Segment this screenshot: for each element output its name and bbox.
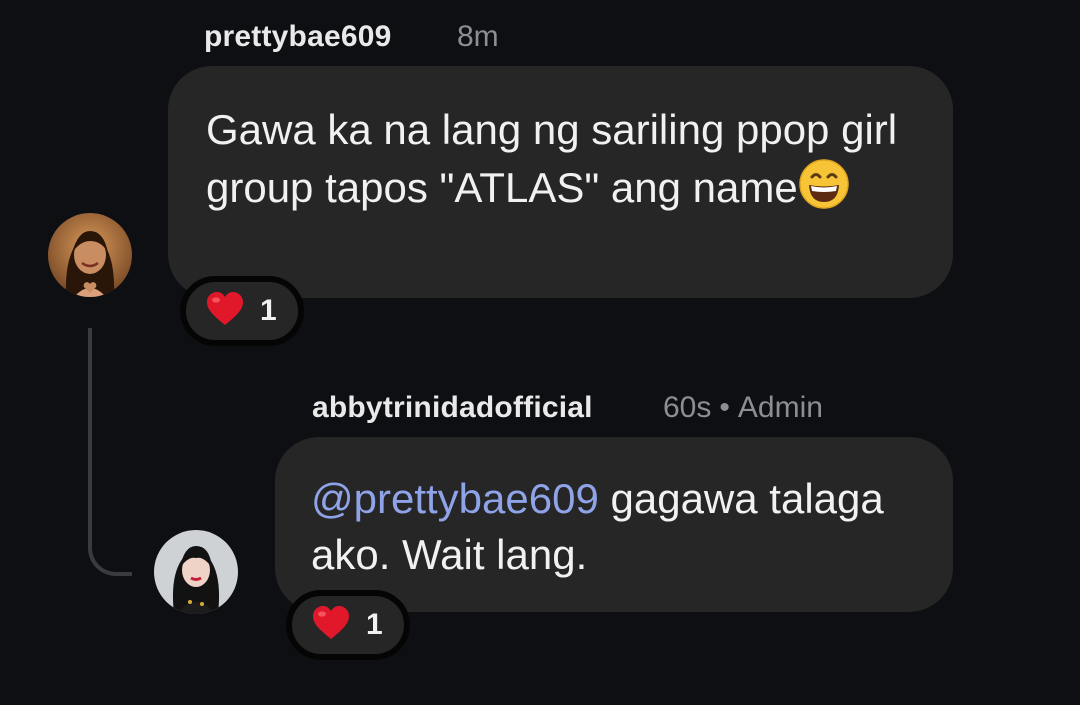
comment-text: Gawa ka na lang ng sariling ppop girl gr… bbox=[206, 106, 898, 211]
user-avatar[interactable] bbox=[154, 530, 238, 614]
comment-bubble: Gawa ka na lang ng sariling ppop girl gr… bbox=[168, 66, 953, 298]
reply-timestamp: 60s bbox=[663, 391, 712, 424]
meta-separator: • bbox=[719, 391, 730, 424]
reply-author[interactable]: abbytrinidadofficial bbox=[312, 391, 593, 425]
red-heart-icon bbox=[206, 291, 244, 331]
reply-thread-line bbox=[88, 328, 132, 576]
reaction-pill[interactable]: 1 bbox=[180, 276, 304, 346]
reply-meta: 60s • Admin bbox=[663, 391, 823, 425]
comment-thread: prettybae609 8m Gawa ka na lang ng saril… bbox=[0, 0, 1080, 705]
reply-bubble: @prettybae609 gagawa talaga ako. Wait la… bbox=[275, 437, 953, 612]
red-heart-icon bbox=[312, 605, 350, 645]
user-avatar[interactable] bbox=[48, 213, 132, 297]
grinning-face-emoji bbox=[798, 158, 850, 224]
reaction-count: 1 bbox=[260, 294, 277, 327]
comment-author[interactable]: prettybae609 bbox=[204, 20, 392, 54]
reaction-pill[interactable]: 1 bbox=[286, 590, 410, 660]
user-mention-link[interactable]: @prettybae609 bbox=[311, 475, 599, 522]
comment-timestamp: 8m bbox=[457, 20, 499, 53]
reaction-count: 1 bbox=[366, 608, 383, 641]
admin-badge: Admin bbox=[737, 391, 823, 424]
